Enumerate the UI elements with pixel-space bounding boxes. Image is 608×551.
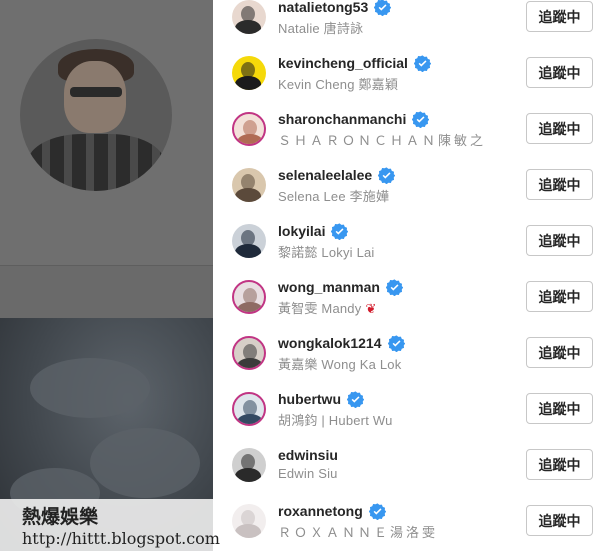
username-text: natalietong53 — [278, 0, 369, 15]
username-text: kevincheng_official — [278, 55, 408, 71]
username-text: edwinsiu — [278, 447, 338, 463]
full-name-text: Edwin Siu — [278, 466, 338, 481]
sharonchan-avatar[interactable] — [232, 112, 266, 146]
following-button[interactable]: 追蹤中 — [526, 393, 593, 424]
username-link[interactable]: kevincheng_official — [278, 53, 432, 73]
following-row: hubertwu 胡鴻鈞 | Hubert Wu 追蹤中 — [213, 389, 608, 447]
username-link[interactable]: selenaleelalee — [278, 165, 396, 185]
full-name-text: Selena Lee 李施嬅 — [278, 189, 390, 204]
username-link[interactable]: lokyilai — [278, 221, 349, 241]
following-button[interactable]: 追蹤中 — [526, 449, 593, 480]
full-name-text: ＳＨＡＲＯＮＣＨＡＮ陳敏之 — [278, 133, 487, 148]
full-name: 胡鴻鈞 | Hubert Wu — [278, 410, 393, 429]
username-link[interactable]: wong_manman — [278, 277, 404, 297]
verified-badge-icon — [387, 334, 405, 352]
watermark-title: 熱爆娛樂 — [22, 506, 99, 528]
username-text: wong_manman — [278, 279, 380, 295]
following-row: roxannetong ＲＯＸＡＮＮＥ湯洛雯 追蹤中 — [213, 501, 608, 551]
following-row: wongkalok1214 黃嘉樂 Wong Ka Lok 追蹤中 — [213, 333, 608, 391]
full-name-text: Kevin Cheng 鄭嘉穎 — [278, 77, 399, 92]
wongkalok-avatar[interactable] — [232, 336, 266, 370]
username-text: sharonchanmanchi — [278, 111, 407, 127]
profile-tabs-area — [0, 266, 213, 318]
full-name: 黃嘉樂 Wong Ka Lok — [278, 354, 401, 373]
username-link[interactable]: natalietong53 — [278, 0, 392, 17]
full-name-text: 黃智雯 Mandy — [278, 301, 362, 316]
full-name: ＲＯＸＡＮＮＥ湯洛雯 — [278, 522, 438, 541]
selenalee-avatar[interactable] — [232, 168, 266, 202]
verified-badge-icon — [331, 222, 349, 240]
lokyilai-avatar[interactable] — [232, 224, 266, 258]
following-row: edwinsiu Edwin Siu 追蹤中 — [213, 447, 608, 503]
following-row: sharonchanmanchi ＳＨＡＲＯＮＣＨＡＮ陳敏之 追蹤中 — [213, 109, 608, 167]
following-button[interactable]: 追蹤中 — [526, 169, 593, 200]
verified-badge-icon — [385, 278, 404, 296]
following-button[interactable]: 追蹤中 — [526, 225, 593, 256]
wongmanman-avatar[interactable] — [232, 280, 266, 314]
following-row: selenaleelalee Selena Lee 李施嬅 追蹤中 — [213, 165, 608, 223]
full-name-text: 胡鴻鈞 | Hubert Wu — [278, 413, 393, 428]
hubertwu-avatar[interactable] — [232, 392, 266, 426]
username-text: selenaleelalee — [278, 167, 373, 183]
verified-badge-icon — [377, 166, 396, 184]
full-name: 黎諾懿 Lokyi Lai — [278, 242, 375, 261]
full-name: Kevin Cheng 鄭嘉穎 — [278, 74, 398, 93]
profile-avatar — [20, 39, 172, 191]
verified-badge-icon — [374, 0, 392, 16]
roxannetong-avatar[interactable] — [232, 504, 266, 538]
following-row: wong_manman 黃智雯 Mandy ❦ 追蹤中 — [213, 277, 608, 335]
following-button[interactable]: 追蹤中 — [526, 1, 593, 32]
full-name-text: ＲＯＸＡＮＮＥ湯洛雯 — [278, 525, 439, 540]
full-name-text: 黃嘉樂 Wong Ka Lok — [278, 357, 402, 372]
username-link[interactable]: hubertwu — [278, 389, 365, 409]
verified-badge-icon — [413, 54, 432, 72]
username-link[interactable]: roxannetong — [278, 501, 386, 521]
following-button[interactable]: 追蹤中 — [526, 113, 593, 144]
full-name-text: 黎諾懿 Lokyi Lai — [278, 245, 375, 260]
natalietong53-avatar[interactable] — [232, 0, 266, 34]
full-name: Natalie 唐詩詠 — [278, 18, 363, 37]
username-link[interactable]: wongkalok1214 — [278, 333, 405, 353]
following-row: kevincheng_official Kevin Cheng 鄭嘉穎 追蹤中 — [213, 53, 608, 111]
username-text: wongkalok1214 — [278, 335, 382, 351]
lips-icon: ❦ — [365, 301, 377, 316]
following-row: natalietong53 Natalie 唐詩詠 追蹤中 — [213, 0, 608, 55]
edwinsiu-avatar[interactable] — [232, 448, 266, 482]
username-link[interactable]: sharonchanmanchi — [278, 109, 430, 129]
kevincheng-avatar[interactable] — [232, 56, 266, 90]
verified-badge-icon — [346, 390, 365, 408]
verified-badge-icon — [412, 110, 430, 128]
watermark: 熱爆娛樂 http://hittt.blogspot.com — [0, 499, 220, 551]
full-name: ＳＨＡＲＯＮＣＨＡＮ陳敏之 — [278, 130, 486, 149]
watermark-url: http://hittt.blogspot.com — [22, 529, 220, 548]
following-row: lokyilai 黎諾懿 Lokyi Lai 追蹤中 — [213, 221, 608, 279]
following-button[interactable]: 追蹤中 — [526, 281, 593, 312]
username-text: lokyilai — [278, 223, 326, 239]
username-link[interactable]: edwinsiu — [278, 445, 338, 465]
following-button[interactable]: 追蹤中 — [526, 337, 593, 368]
following-button[interactable]: 追蹤中 — [526, 57, 593, 88]
full-name-text: Natalie 唐詩詠 — [278, 21, 364, 36]
full-name: Edwin Siu — [278, 466, 338, 481]
following-list-panel[interactable]: natalietong53 Natalie 唐詩詠 追蹤中 kevincheng_of… — [213, 0, 608, 551]
following-button[interactable]: 追蹤中 — [526, 505, 593, 536]
verified-badge-icon — [368, 502, 386, 520]
full-name: Selena Lee 李施嬅 — [278, 186, 389, 205]
full-name: 黃智雯 Mandy ❦ — [278, 298, 377, 317]
username-text: roxannetong — [278, 503, 363, 519]
username-text: hubertwu — [278, 391, 341, 407]
